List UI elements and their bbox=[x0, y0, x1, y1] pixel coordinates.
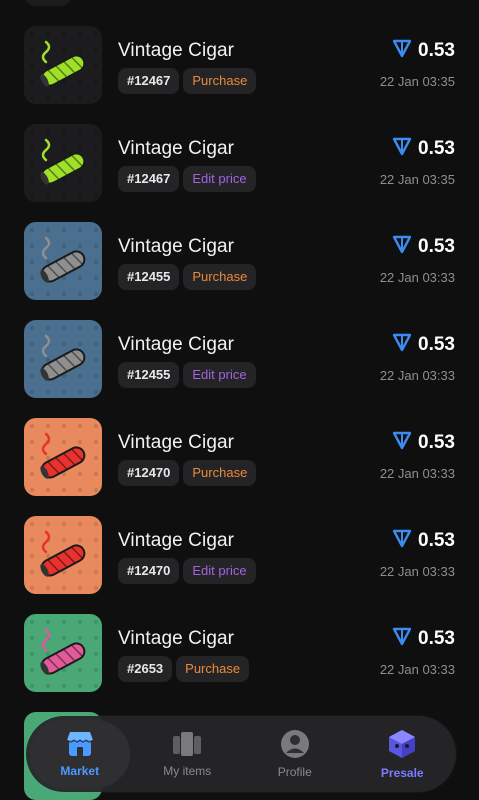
tab-label: Presale bbox=[380, 766, 424, 780]
ton-diamond-icon bbox=[392, 626, 412, 652]
tab-market[interactable]: Market bbox=[29, 720, 130, 788]
ton-diamond-icon bbox=[392, 332, 412, 358]
nft-thumbnail bbox=[24, 124, 102, 202]
item-date: 22 Jan 03:33 bbox=[379, 270, 455, 285]
price-value: 0.53 bbox=[418, 236, 455, 257]
market-list: Vintage Cigar #12467 Purchase 0.53 22 Ja… bbox=[0, 26, 479, 712]
tab-presale[interactable]: Presale bbox=[352, 720, 452, 788]
item-price: 0.53 bbox=[392, 430, 455, 456]
price-value: 0.53 bbox=[418, 138, 455, 159]
item-date: 22 Jan 03:35 bbox=[379, 172, 455, 187]
ton-diamond-icon bbox=[392, 528, 412, 554]
item-title: Vintage Cigar bbox=[118, 628, 235, 649]
list-item-peek[interactable] bbox=[24, 0, 72, 6]
ton-diamond-icon bbox=[392, 430, 412, 456]
edit-price-badge[interactable]: Edit price bbox=[183, 362, 256, 388]
cards-icon bbox=[173, 732, 202, 756]
nft-thumbnail bbox=[24, 418, 102, 496]
item-title: Vintage Cigar bbox=[118, 236, 235, 257]
item-date: 22 Jan 03:33 bbox=[379, 564, 455, 579]
item-number: #2653 bbox=[118, 656, 173, 682]
item-number: #12470 bbox=[118, 460, 180, 486]
nft-thumbnail bbox=[24, 614, 102, 692]
profile-icon bbox=[280, 730, 309, 758]
list-item[interactable]: Vintage Cigar #12455 Purchase 0.53 22 Ja… bbox=[0, 222, 479, 320]
item-number: #12467 bbox=[118, 166, 180, 192]
cigar-image bbox=[24, 26, 102, 104]
ton-diamond-icon bbox=[392, 136, 412, 162]
purchase-badge[interactable]: Purchase bbox=[183, 264, 257, 290]
nft-thumbnail bbox=[24, 516, 102, 594]
item-number: #12455 bbox=[118, 264, 180, 290]
item-number: #12455 bbox=[118, 362, 180, 388]
presale-cube-icon bbox=[389, 730, 416, 758]
item-price: 0.53 bbox=[392, 136, 455, 162]
price-value: 0.53 bbox=[418, 334, 455, 355]
ton-diamond-icon bbox=[392, 234, 412, 260]
item-number: #12470 bbox=[118, 558, 180, 584]
tab-label: Profile bbox=[277, 765, 312, 779]
item-price: 0.53 bbox=[392, 626, 455, 652]
item-price: 0.53 bbox=[392, 38, 455, 64]
tab-label: My items bbox=[163, 764, 212, 778]
cigar-image bbox=[24, 320, 102, 398]
list-item[interactable]: Vintage Cigar #12467 Purchase 0.53 22 Ja… bbox=[0, 26, 479, 124]
item-title: Vintage Cigar bbox=[118, 40, 235, 61]
item-price: 0.53 bbox=[392, 528, 455, 554]
item-date: 22 Jan 03:33 bbox=[379, 368, 455, 383]
edit-price-badge[interactable]: Edit price bbox=[183, 166, 256, 192]
cigar-image bbox=[24, 418, 102, 496]
list-item[interactable]: Vintage Cigar #12470 Purchase 0.53 22 Ja… bbox=[0, 418, 479, 516]
list-item[interactable]: Vintage Cigar #12467 Edit price 0.53 22 … bbox=[0, 124, 479, 222]
item-date: 22 Jan 03:33 bbox=[379, 466, 455, 481]
item-number: #12467 bbox=[118, 68, 180, 94]
market-screen: Vintage Cigar #12467 Purchase 0.53 22 Ja… bbox=[0, 0, 479, 800]
ton-diamond-icon bbox=[392, 38, 412, 64]
price-value: 0.53 bbox=[418, 432, 455, 453]
list-item[interactable]: Vintage Cigar #12455 Edit price 0.53 22 … bbox=[0, 320, 479, 418]
tab-profile[interactable]: Profile bbox=[245, 720, 345, 788]
price-value: 0.53 bbox=[418, 530, 455, 551]
item-price: 0.53 bbox=[392, 234, 455, 260]
item-title: Vintage Cigar bbox=[118, 138, 235, 159]
item-title: Vintage Cigar bbox=[118, 334, 235, 355]
price-value: 0.53 bbox=[418, 628, 455, 649]
tab-label: Market bbox=[60, 764, 100, 778]
bottom-tab-bar: Market My items Profile Presale bbox=[26, 716, 456, 792]
item-title: Vintage Cigar bbox=[118, 530, 235, 551]
item-title: Vintage Cigar bbox=[118, 432, 235, 453]
cigar-image bbox=[24, 614, 102, 692]
item-date: 22 Jan 03:35 bbox=[379, 74, 455, 89]
purchase-badge[interactable]: Purchase bbox=[183, 68, 257, 94]
price-value: 0.53 bbox=[418, 40, 455, 61]
cigar-image bbox=[24, 222, 102, 300]
cigar-image bbox=[24, 124, 102, 202]
store-icon bbox=[66, 732, 94, 756]
nft-thumbnail bbox=[24, 222, 102, 300]
list-item[interactable]: Vintage Cigar #12470 Edit price 0.53 22 … bbox=[0, 516, 479, 614]
item-date: 22 Jan 03:33 bbox=[379, 662, 455, 677]
item-price: 0.53 bbox=[392, 332, 455, 358]
edit-price-badge[interactable]: Edit price bbox=[183, 558, 256, 584]
list-item[interactable]: Vintage Cigar #2653 Purchase 0.53 22 Jan… bbox=[0, 614, 479, 712]
nft-thumbnail bbox=[24, 26, 102, 104]
nft-thumbnail bbox=[24, 320, 102, 398]
tab-my-items[interactable]: My items bbox=[137, 720, 237, 788]
purchase-badge[interactable]: Purchase bbox=[183, 460, 257, 486]
purchase-badge[interactable]: Purchase bbox=[176, 656, 250, 682]
cigar-image bbox=[24, 516, 102, 594]
